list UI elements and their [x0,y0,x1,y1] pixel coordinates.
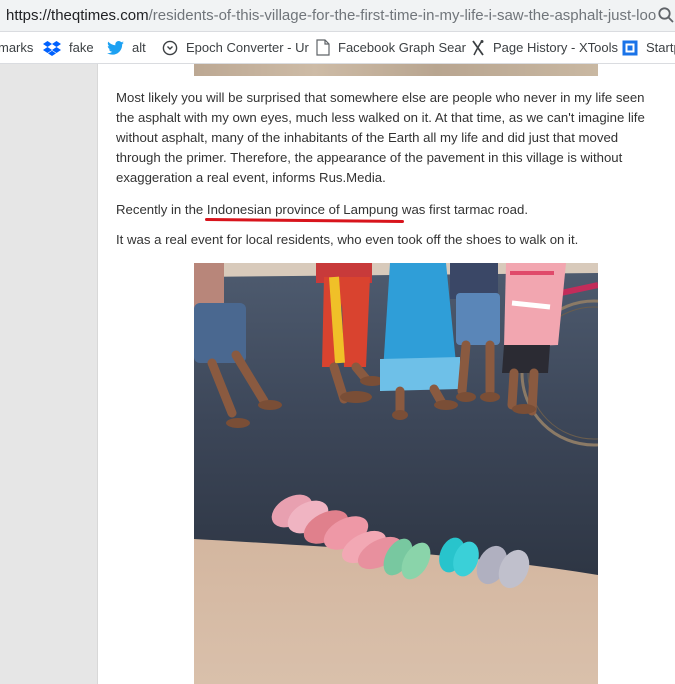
bookmark-alt[interactable]: alt [107,32,146,63]
zoom-icon[interactable] [657,6,675,24]
dropbox-icon [43,40,61,56]
paragraph-text: was first tarmac road. [398,202,528,217]
bookmark-bookmarks[interactable]: marks [0,32,33,63]
clock-icon [162,40,178,55]
url-domain: https://theqtimes.com [6,7,149,24]
paragraph-text: Recently in the [116,202,207,217]
previous-image-bottom [194,64,598,76]
bookmark-label: marks [0,40,34,55]
article-paragraph: Recently in the Indonesian province of L… [116,200,661,224]
twitter-icon [107,40,124,55]
photo-of-children-and-sandals [194,263,598,684]
bookmark-fake[interactable]: fake [43,32,94,63]
bookmarks-bar: marks fake alt Epoch Converter - Ur Face… [0,32,675,64]
bookmark-page-history-xtools[interactable]: Page History - XTools [471,32,618,63]
bookmark-label: Epoch Converter - Ur [186,40,309,55]
province-link[interactable]: Indonesian province of Lampung [204,202,405,224]
address-bar[interactable]: https://theqtimes.com/residents-of-this-… [0,0,675,32]
bookmark-label: fake [69,40,94,55]
province-link-text: Indonesian province of Lampung [206,202,399,217]
article-paragraph: It was a real event for local residents,… [116,232,579,247]
bookmark-epoch-converter[interactable]: Epoch Converter - Ur [162,32,309,63]
article-paragraph: Most likely you will be surprised that s… [116,90,645,185]
bookmark-label: Startp [646,40,675,55]
red-underline-annotation [204,217,405,224]
page-icon [316,39,330,56]
bookmark-label: alt [132,40,146,55]
xtools-icon [472,39,484,56]
startpage-icon [622,40,638,55]
bookmark-facebook-graph-search[interactable]: Facebook Graph Sear [316,32,466,63]
article-photo [194,263,598,684]
bookmark-label: Page History - XTools [493,40,618,55]
bookmark-label: Facebook Graph Sear [338,40,466,55]
bookmark-startpage[interactable]: Startp [622,32,675,63]
article-content: Most likely you will be surprised that s… [97,64,675,684]
url-text[interactable]: https://theqtimes.com/residents-of-this-… [6,7,656,24]
url-path: /residents-of-this-village-for-the-first… [148,7,656,24]
